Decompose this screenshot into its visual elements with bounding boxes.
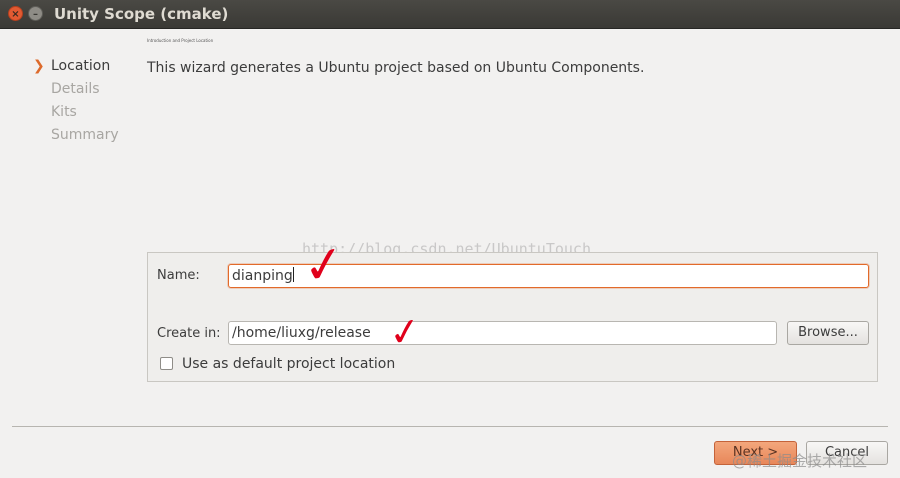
create-in-input[interactable]: /home/liuxg/release [228,321,777,345]
minimize-window-button[interactable]: – [28,6,43,21]
wizard-intro-text: This wizard generates a Ubuntu project b… [147,60,645,76]
browse-button[interactable]: Browse... [787,321,869,345]
wizard-step-summary: Summary [33,126,119,149]
window-title: Unity Scope (cmake) [54,5,229,23]
wizard-step-label: Kits [51,104,77,120]
wizard-step-label: Summary [51,127,119,143]
checkmark-annotation-icon: ✓ [386,307,424,357]
create-in-value: /home/liuxg/release [232,325,371,341]
footer-separator [12,426,888,427]
wizard-step-label: Details [51,81,100,97]
current-step-arrow-icon: ❯ [33,58,45,74]
checkmark-annotation-icon: ✓ [299,233,349,297]
wizard-step-kits: Kits [33,103,119,126]
window-titlebar: × – Unity Scope (cmake) [0,0,900,29]
close-window-button[interactable]: × [8,6,23,21]
default-location-label: Use as default project location [182,356,396,372]
page-subheading: Introduction and Project Location [147,38,214,43]
corner-watermark: @稀土掘金技术社区 [732,452,868,470]
default-location-checkbox[interactable] [160,357,173,370]
project-name-value: dianping [232,268,293,284]
wizard-step-details: Details [33,80,119,103]
wizard-steps: ❯ Location Details Kits Summary [33,57,119,149]
wizard-step-location: ❯ Location [33,57,119,80]
name-label: Name: [157,268,200,283]
create-in-label: Create in: [157,326,221,341]
text-caret [292,267,294,282]
wizard-step-label: Location [51,58,111,74]
